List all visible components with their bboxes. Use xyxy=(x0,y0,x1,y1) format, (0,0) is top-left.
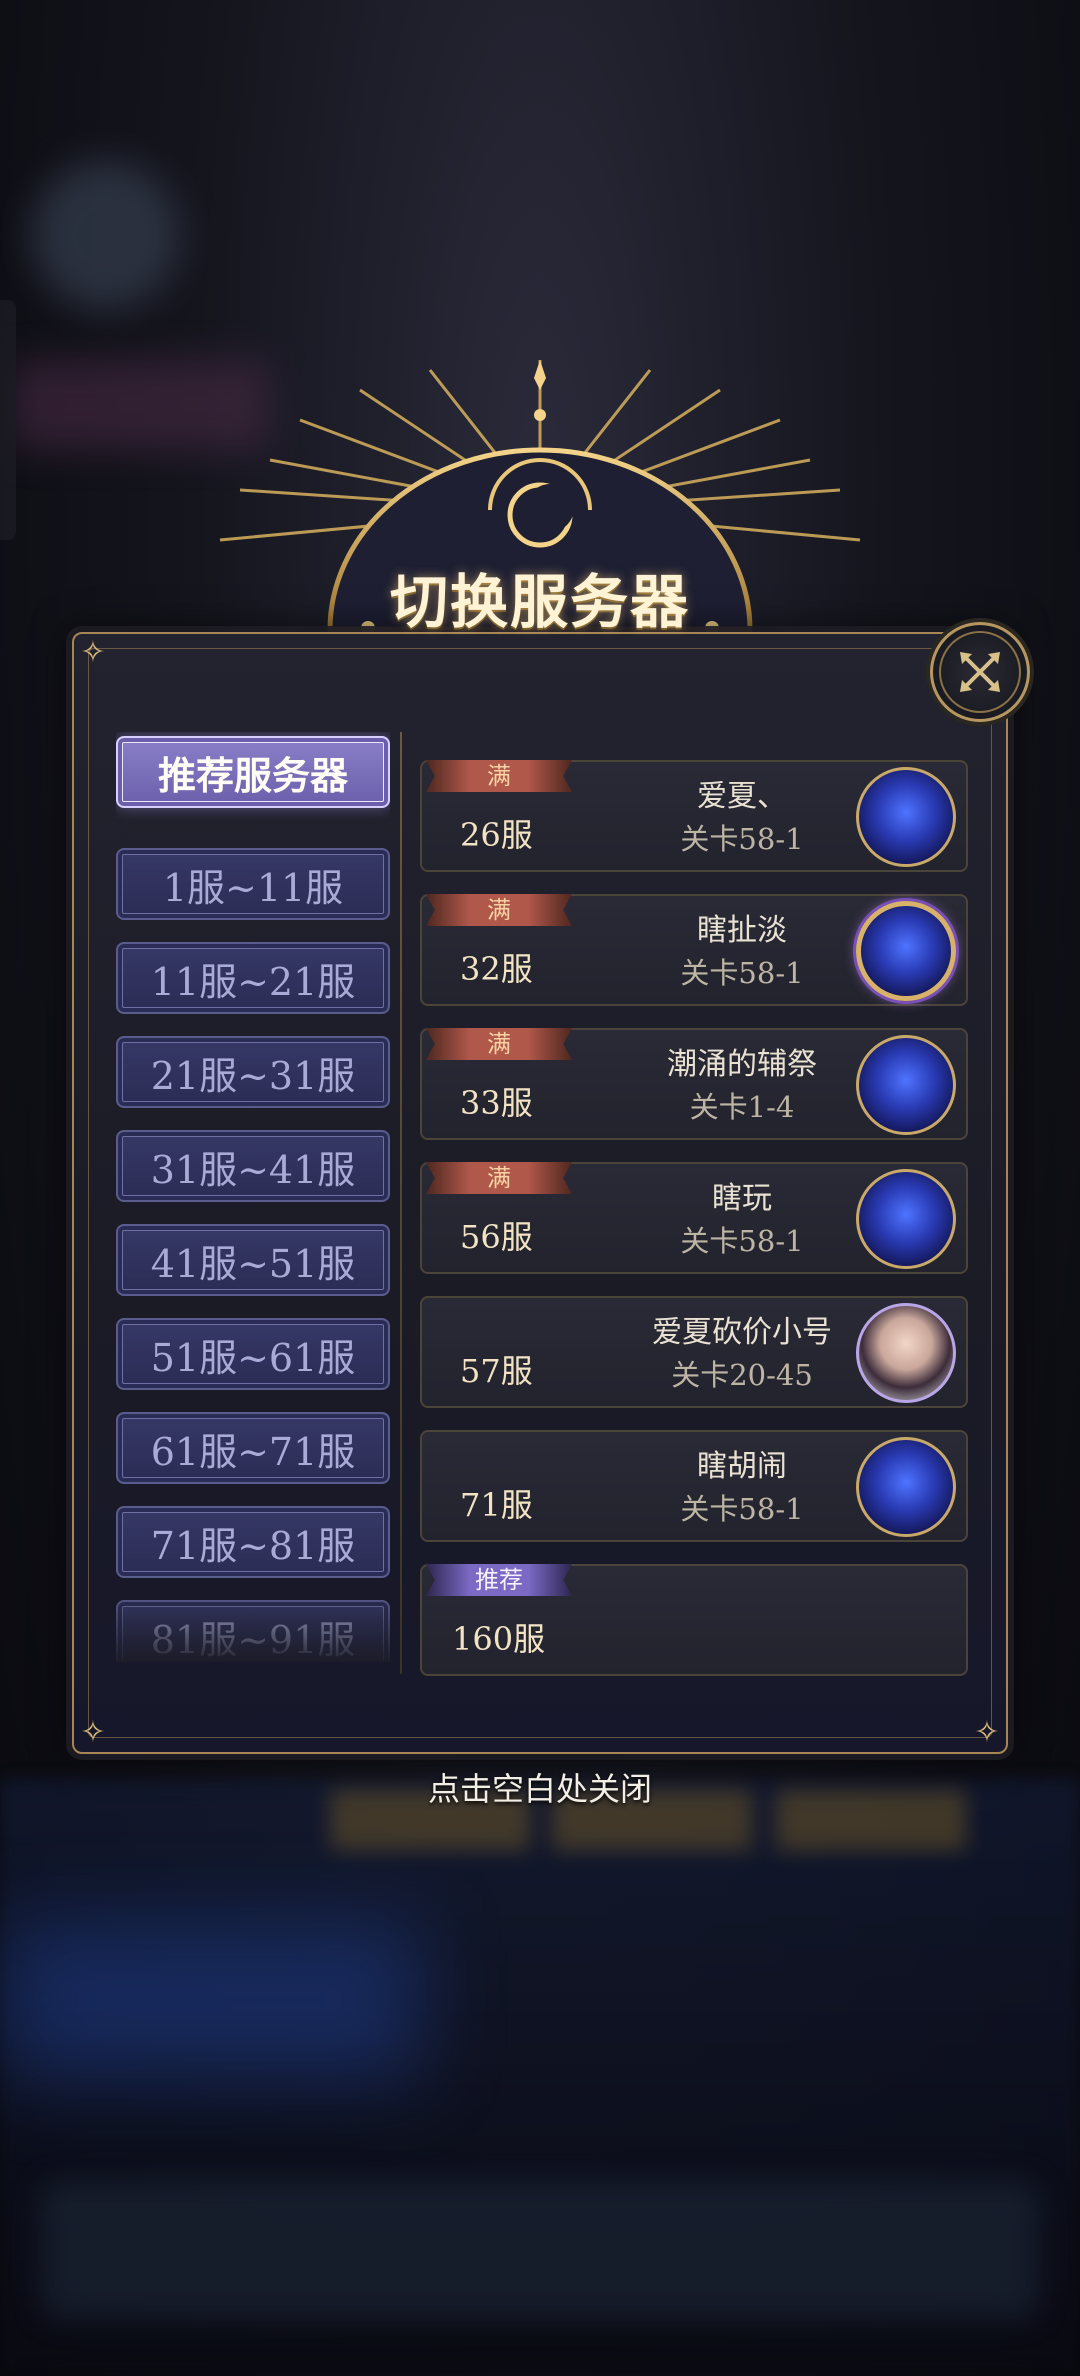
server-name: 57服 xyxy=(460,1352,533,1390)
range-tab[interactable]: 61服~71服 xyxy=(116,1412,390,1484)
background-banner xyxy=(10,360,270,450)
player-name: 瞎扯淡 xyxy=(697,913,787,948)
player-name: 潮涌的辅祭 xyxy=(667,1047,817,1082)
range-tab[interactable]: 51服~61服 xyxy=(116,1318,390,1390)
range-tab[interactable]: 71服~81服 xyxy=(116,1506,390,1578)
range-tab[interactable]: 11服~21服 xyxy=(116,942,390,1014)
dismiss-hint[interactable]: 点击空白处关闭 xyxy=(0,1764,1080,1810)
background-nav-bar xyxy=(40,2180,1040,2320)
server-range-list: 推荐服务器 1服~11服 11服~21服 21服~31服 31服~41服 41服… xyxy=(116,732,390,1662)
full-badge: 满 xyxy=(426,1028,572,1060)
stage-progress: 关卡58-1 xyxy=(680,956,804,990)
server-card[interactable]: 满 56服 瞎玩 关卡58-1 xyxy=(420,1162,968,1274)
recommend-badge: 推荐 xyxy=(426,1564,572,1596)
server-name: 32服 xyxy=(460,950,533,988)
player-name: 爱夏砍价小号 xyxy=(652,1315,832,1350)
player-name: 爱夏、 xyxy=(697,779,787,814)
range-tab[interactable]: 81服~91服 xyxy=(116,1600,390,1662)
server-name: 71服 xyxy=(460,1486,533,1524)
stage-progress: 关卡58-1 xyxy=(680,822,804,856)
stage-progress: 关卡20-45 xyxy=(671,1358,813,1392)
full-badge: 满 xyxy=(426,760,572,792)
server-card[interactable]: 满 33服 潮涌的辅祭 关卡1-4 xyxy=(420,1028,968,1140)
hooded-figure-avatar-icon xyxy=(856,1035,956,1135)
corner-ornament-icon: ✧ xyxy=(80,635,106,670)
server-card[interactable]: 57服 爱夏砍价小号 关卡20-45 xyxy=(420,1296,968,1408)
close-button[interactable] xyxy=(930,622,1030,722)
server-name: 56服 xyxy=(460,1218,533,1256)
stage-progress: 关卡58-1 xyxy=(680,1492,804,1526)
background-avatar xyxy=(30,160,180,310)
server-name: 26服 xyxy=(460,816,533,854)
server-name: 33服 xyxy=(460,1084,533,1122)
player-name: 瞎玩 xyxy=(712,1181,772,1216)
stage-progress: 关卡58-1 xyxy=(680,1224,804,1258)
range-tab[interactable]: 1服~11服 xyxy=(116,848,390,920)
close-x-icon xyxy=(960,652,1000,692)
hooded-figure-avatar-icon xyxy=(856,767,956,867)
column-divider xyxy=(400,732,402,1674)
range-tab[interactable]: 31服~41服 xyxy=(116,1130,390,1202)
full-badge: 满 xyxy=(426,894,572,926)
full-badge: 满 xyxy=(426,1162,572,1194)
range-tab[interactable]: 41服~51服 xyxy=(116,1224,390,1296)
hooded-figure-avatar-icon xyxy=(856,1437,956,1537)
background-glow xyxy=(0,1920,420,2080)
corner-ornament-icon: ✧ xyxy=(80,1715,106,1750)
corner-ornament-icon: ✧ xyxy=(974,1715,1000,1750)
background-side-rail xyxy=(0,300,16,540)
server-card[interactable]: 满 26服 爱夏、 关卡58-1 xyxy=(420,760,968,872)
server-card[interactable]: 71服 瞎胡闹 关卡58-1 xyxy=(420,1430,968,1542)
server-card[interactable]: 满 32服 瞎扯淡 关卡58-1 xyxy=(420,894,968,1006)
hooded-figure-avatar-icon xyxy=(856,901,956,1001)
server-card[interactable]: 推荐 160服 xyxy=(420,1564,968,1676)
range-tab[interactable]: 21服~31服 xyxy=(116,1036,390,1108)
hooded-figure-avatar-icon xyxy=(856,1169,956,1269)
range-tab-recommended[interactable]: 推荐服务器 xyxy=(116,736,390,808)
stage-progress: 关卡1-4 xyxy=(689,1090,795,1124)
dialog-title: 切换服务器 xyxy=(389,568,690,636)
player-name: 瞎胡闹 xyxy=(697,1449,787,1484)
angel-character-avatar-icon xyxy=(856,1303,956,1403)
server-name: 160服 xyxy=(452,1620,546,1658)
